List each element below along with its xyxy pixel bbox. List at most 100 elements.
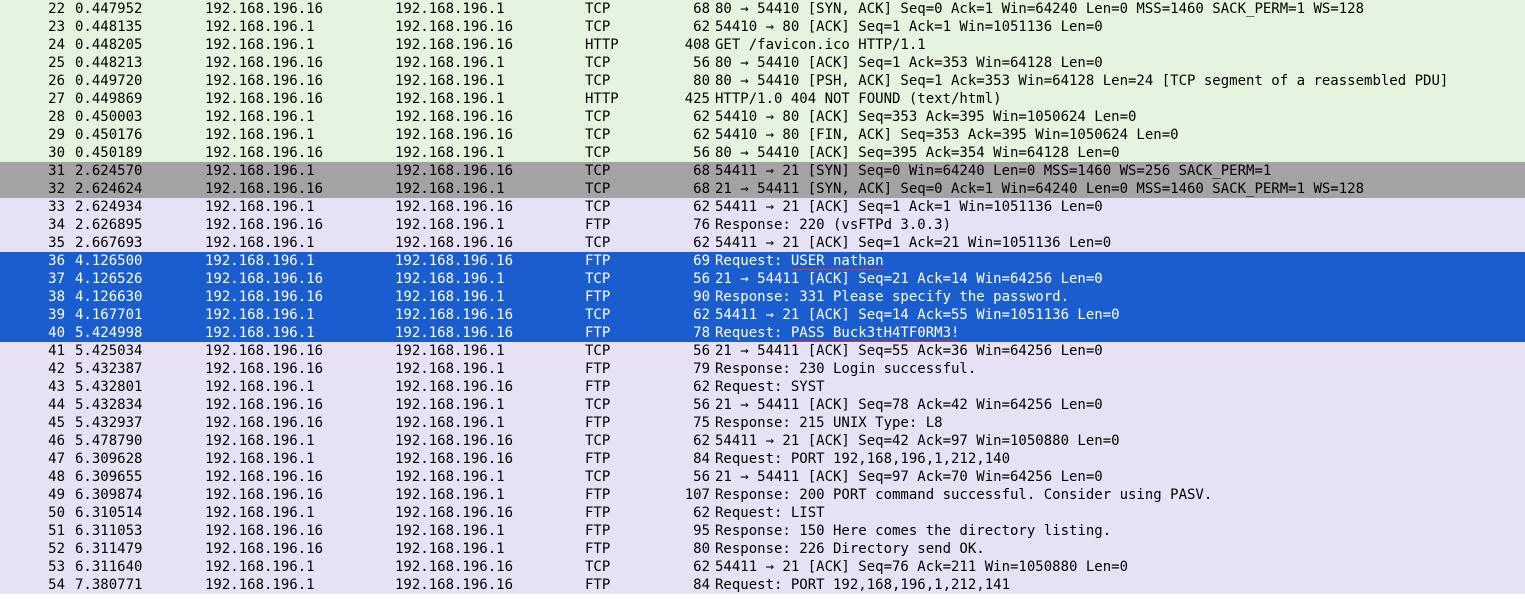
col-info: 21 → 54411 [ACK] Seq=78 Ack=42 Win=64256…	[715, 396, 1525, 414]
col-source: 192.168.196.16	[205, 0, 395, 18]
col-length: 84	[680, 576, 715, 594]
packet-row[interactable]: 300.450189192.168.196.16192.168.196.1TCP…	[0, 144, 1525, 162]
col-length: 80	[680, 540, 715, 558]
col-length: 56	[680, 468, 715, 486]
packet-row[interactable]: 394.167701192.168.196.1192.168.196.16TCP…	[0, 306, 1525, 324]
col-length: 80	[680, 72, 715, 90]
col-destination: 192.168.196.1	[395, 414, 585, 432]
col-protocol: FTP	[585, 216, 680, 234]
col-length: 75	[680, 414, 715, 432]
packet-row[interactable]: 415.425034192.168.196.16192.168.196.1TCP…	[0, 342, 1525, 360]
packet-row[interactable]: 536.311640192.168.196.1192.168.196.16TCP…	[0, 558, 1525, 576]
packet-row[interactable]: 405.424998192.168.196.1192.168.196.16FTP…	[0, 324, 1525, 342]
col-no: 49	[0, 486, 75, 504]
col-time: 0.450176	[75, 126, 205, 144]
col-no: 23	[0, 18, 75, 36]
col-info: 21 → 54411 [ACK] Seq=97 Ack=70 Win=64256…	[715, 468, 1525, 486]
col-source: 192.168.196.1	[205, 234, 395, 252]
col-protocol: FTP	[585, 540, 680, 558]
col-info: HTTP/1.0 404 NOT FOUND (text/html)	[715, 90, 1525, 108]
col-length: 56	[680, 54, 715, 72]
col-info: Request: PORT 192,168,196,1,212,140	[715, 450, 1525, 468]
packet-row[interactable]: 435.432801192.168.196.1192.168.196.16FTP…	[0, 378, 1525, 396]
packet-row[interactable]: 312.624570192.168.196.1192.168.196.16TCP…	[0, 162, 1525, 180]
col-no: 47	[0, 450, 75, 468]
packet-row[interactable]: 322.624624192.168.196.16192.168.196.1TCP…	[0, 180, 1525, 198]
col-time: 2.624624	[75, 180, 205, 198]
col-no: 37	[0, 270, 75, 288]
col-no: 46	[0, 432, 75, 450]
packet-row[interactable]: 445.432834192.168.196.16192.168.196.1TCP…	[0, 396, 1525, 414]
col-info: 80 → 54410 [PSH, ACK] Seq=1 Ack=353 Win=…	[715, 72, 1525, 90]
col-protocol: FTP	[585, 504, 680, 522]
packet-row[interactable]: 455.432937192.168.196.16192.168.196.1FTP…	[0, 414, 1525, 432]
col-time: 6.309874	[75, 486, 205, 504]
packet-row[interactable]: 220.447952192.168.196.16192.168.196.1TCP…	[0, 0, 1525, 18]
col-destination: 192.168.196.1	[395, 396, 585, 414]
col-protocol: HTTP	[585, 90, 680, 108]
col-protocol: TCP	[585, 270, 680, 288]
col-info: 21 → 54411 [ACK] Seq=21 Ack=14 Win=64256…	[715, 270, 1525, 288]
col-time: 6.311053	[75, 522, 205, 540]
col-no: 39	[0, 306, 75, 324]
packet-row[interactable]: 516.311053192.168.196.16192.168.196.1FTP…	[0, 522, 1525, 540]
col-source: 192.168.196.1	[205, 198, 395, 216]
col-source: 192.168.196.1	[205, 504, 395, 522]
col-time: 0.448205	[75, 36, 205, 54]
col-source: 192.168.196.16	[205, 288, 395, 306]
col-time: 6.309628	[75, 450, 205, 468]
packet-row[interactable]: 230.448135192.168.196.1192.168.196.16TCP…	[0, 18, 1525, 36]
col-info: 80 → 54410 [ACK] Seq=395 Ack=354 Win=641…	[715, 144, 1525, 162]
col-time: 7.380771	[75, 576, 205, 594]
col-info: 54411 → 21 [ACK] Seq=1 Ack=21 Win=105113…	[715, 234, 1525, 252]
col-no: 52	[0, 540, 75, 558]
info-prefix: Request:	[715, 253, 791, 269]
col-destination: 192.168.196.1	[395, 72, 585, 90]
packet-row[interactable]: 280.450003192.168.196.1192.168.196.16TCP…	[0, 108, 1525, 126]
packet-row[interactable]: 486.309655192.168.196.16192.168.196.1TCP…	[0, 468, 1525, 486]
packet-row[interactable]: 352.667693192.168.196.1192.168.196.16TCP…	[0, 234, 1525, 252]
col-destination: 192.168.196.16	[395, 234, 585, 252]
col-time: 5.425034	[75, 342, 205, 360]
col-time: 5.432937	[75, 414, 205, 432]
col-length: 62	[680, 432, 715, 450]
packet-row[interactable]: 332.624934192.168.196.1192.168.196.16TCP…	[0, 198, 1525, 216]
col-source: 192.168.196.1	[205, 378, 395, 396]
col-length: 84	[680, 450, 715, 468]
packet-row[interactable]: 250.448213192.168.196.16192.168.196.1TCP…	[0, 54, 1525, 72]
col-source: 192.168.196.1	[205, 162, 395, 180]
packet-row[interactable]: 240.448205192.168.196.1192.168.196.16HTT…	[0, 36, 1525, 54]
packet-row[interactable]: 496.309874192.168.196.16192.168.196.1FTP…	[0, 486, 1525, 504]
packet-row[interactable]: 260.449720192.168.196.16192.168.196.1TCP…	[0, 72, 1525, 90]
col-protocol: TCP	[585, 144, 680, 162]
packet-row[interactable]: 374.126526192.168.196.16192.168.196.1TCP…	[0, 270, 1525, 288]
col-info: 54411 → 21 [ACK] Seq=14 Ack=55 Win=10511…	[715, 306, 1525, 324]
packet-row[interactable]: 364.126500192.168.196.1192.168.196.16FTP…	[0, 252, 1525, 270]
packet-row[interactable]: 506.310514192.168.196.1192.168.196.16FTP…	[0, 504, 1525, 522]
col-source: 192.168.196.16	[205, 468, 395, 486]
packet-row[interactable]: 526.311479192.168.196.16192.168.196.1FTP…	[0, 540, 1525, 558]
packet-row[interactable]: 270.449869192.168.196.16192.168.196.1HTT…	[0, 90, 1525, 108]
col-destination: 192.168.196.16	[395, 378, 585, 396]
col-time: 6.311640	[75, 558, 205, 576]
col-time: 0.449869	[75, 90, 205, 108]
packet-row[interactable]: 547.380771192.168.196.1192.168.196.16FTP…	[0, 576, 1525, 594]
col-destination: 192.168.196.16	[395, 252, 585, 270]
packet-row[interactable]: 384.126630192.168.196.16192.168.196.1FTP…	[0, 288, 1525, 306]
col-destination: 192.168.196.1	[395, 468, 585, 486]
col-source: 192.168.196.1	[205, 108, 395, 126]
col-protocol: FTP	[585, 450, 680, 468]
col-info: 54411 → 21 [ACK] Seq=76 Ack=211 Win=1050…	[715, 558, 1525, 576]
col-protocol: TCP	[585, 468, 680, 486]
col-source: 192.168.196.16	[205, 144, 395, 162]
packet-row[interactable]: 290.450176192.168.196.1192.168.196.16TCP…	[0, 126, 1525, 144]
packet-row[interactable]: 342.626895192.168.196.16192.168.196.1FTP…	[0, 216, 1525, 234]
packet-row[interactable]: 425.432387192.168.196.16192.168.196.1FTP…	[0, 360, 1525, 378]
col-time: 0.447952	[75, 0, 205, 18]
packet-row[interactable]: 476.309628192.168.196.1192.168.196.16FTP…	[0, 450, 1525, 468]
col-no: 53	[0, 558, 75, 576]
col-time: 6.311479	[75, 540, 205, 558]
col-destination: 192.168.196.16	[395, 36, 585, 54]
col-info: Request: PORT 192,168,196,1,212,141	[715, 576, 1525, 594]
packet-row[interactable]: 465.478790192.168.196.1192.168.196.16TCP…	[0, 432, 1525, 450]
